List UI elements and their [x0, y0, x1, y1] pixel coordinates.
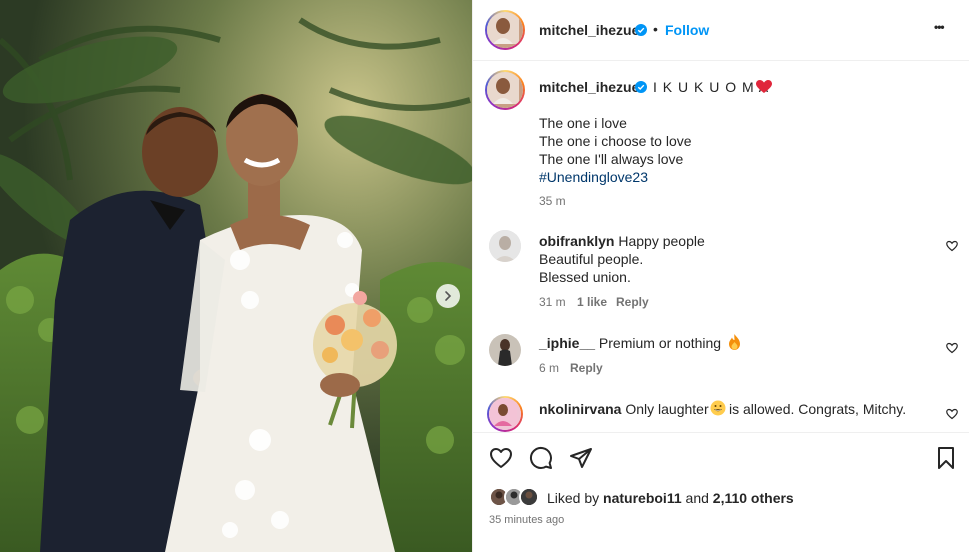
author-username[interactable]: mitchel_ihezue [539, 22, 639, 38]
comment-text: is allowed. Congrats, Mitchy. [729, 401, 907, 417]
reply-button[interactable]: Reply [616, 295, 649, 309]
avatar-image [487, 72, 519, 104]
liker-username[interactable]: natureboi11 [603, 490, 682, 506]
likes-prefix: Liked by [547, 490, 600, 506]
comment-like-heart-icon[interactable] [946, 408, 958, 420]
grinning-emoji-icon [710, 400, 726, 416]
comment-like-heart-icon[interactable] [946, 342, 958, 354]
comment-line: obifranklyn Happy people [539, 233, 705, 249]
comment-text: Only laughter [625, 401, 709, 417]
comment-text: Premium or nothing [598, 335, 722, 351]
follow-button[interactable]: Follow [665, 22, 709, 38]
post-header: mitchel_ihezue • Follow ••• [473, 0, 969, 61]
author-avatar[interactable] [485, 10, 525, 50]
comment-line: Beautiful people. [539, 251, 644, 267]
comment-icon[interactable] [529, 446, 553, 470]
separator-dot: • [653, 21, 658, 37]
caption-username[interactable]: mitchel_ihezue [539, 79, 639, 95]
comment-line: _iphie__ Premium or nothing [539, 335, 721, 351]
comment-likes[interactable]: 1 like [577, 295, 607, 309]
likes-summary[interactable]: Liked by natureboi11 and 2,110 others [547, 490, 794, 506]
avatar-image [521, 489, 537, 505]
paper-plane-icon[interactable] [569, 446, 593, 470]
fire-emoji-icon [729, 334, 740, 350]
chevron-right-icon [445, 291, 452, 301]
heart-icon[interactable] [489, 446, 513, 470]
likes-count[interactable]: 2,110 others [713, 490, 794, 506]
caption-hashtag[interactable]: #Unendinglove23 [539, 169, 648, 185]
comment-line: nkolinirvana Only laughter [539, 401, 709, 417]
likes-middle: and [685, 490, 709, 506]
caption-headline: I K U K U O M A [653, 79, 770, 95]
caption-line: The one i love [539, 115, 627, 131]
comment-username[interactable]: _iphie__ [539, 335, 595, 351]
commenter-avatar[interactable] [487, 396, 523, 432]
liker-avatar[interactable] [519, 487, 539, 507]
caption-time[interactable]: 35 m [539, 194, 566, 208]
avatar-image [489, 334, 521, 366]
caption-author-avatar[interactable] [485, 70, 525, 110]
comment-username[interactable]: nkolinirvana [539, 401, 621, 417]
caption-line: The one i choose to love [539, 133, 692, 149]
post-actions: Liked by natureboi11 and 2,110 others 35… [473, 432, 969, 552]
comment-like-heart-icon[interactable] [946, 240, 958, 252]
post-timestamp[interactable]: 35 minutes ago [489, 514, 564, 526]
post-photo[interactable] [0, 0, 472, 552]
red-heart-emoji-icon [756, 80, 772, 93]
more-options-button[interactable]: ••• [934, 20, 945, 34]
comment-username[interactable]: obifranklyn [539, 233, 614, 249]
verified-badge-icon [635, 81, 647, 93]
caption-line: The one I'll always love [539, 151, 684, 167]
commenter-avatar[interactable] [489, 230, 521, 262]
comment-text: Happy people [618, 233, 705, 249]
bookmark-icon[interactable] [934, 446, 958, 470]
verified-badge-icon [635, 24, 647, 36]
commenter-avatar[interactable] [489, 334, 521, 366]
comment-time[interactable]: 31 m [539, 295, 566, 309]
reply-button[interactable]: Reply [570, 361, 603, 375]
avatar-image [489, 230, 521, 262]
avatar-image [487, 12, 519, 44]
comment-time[interactable]: 6 m [539, 361, 559, 375]
avatar-image [489, 398, 517, 426]
comment-line: Blessed union. [539, 269, 631, 285]
post-details-panel: mitchel_ihezue • Follow ••• mitchel_ihez… [472, 0, 969, 552]
next-photo-button[interactable] [436, 284, 460, 308]
wedding-photo [0, 0, 472, 552]
